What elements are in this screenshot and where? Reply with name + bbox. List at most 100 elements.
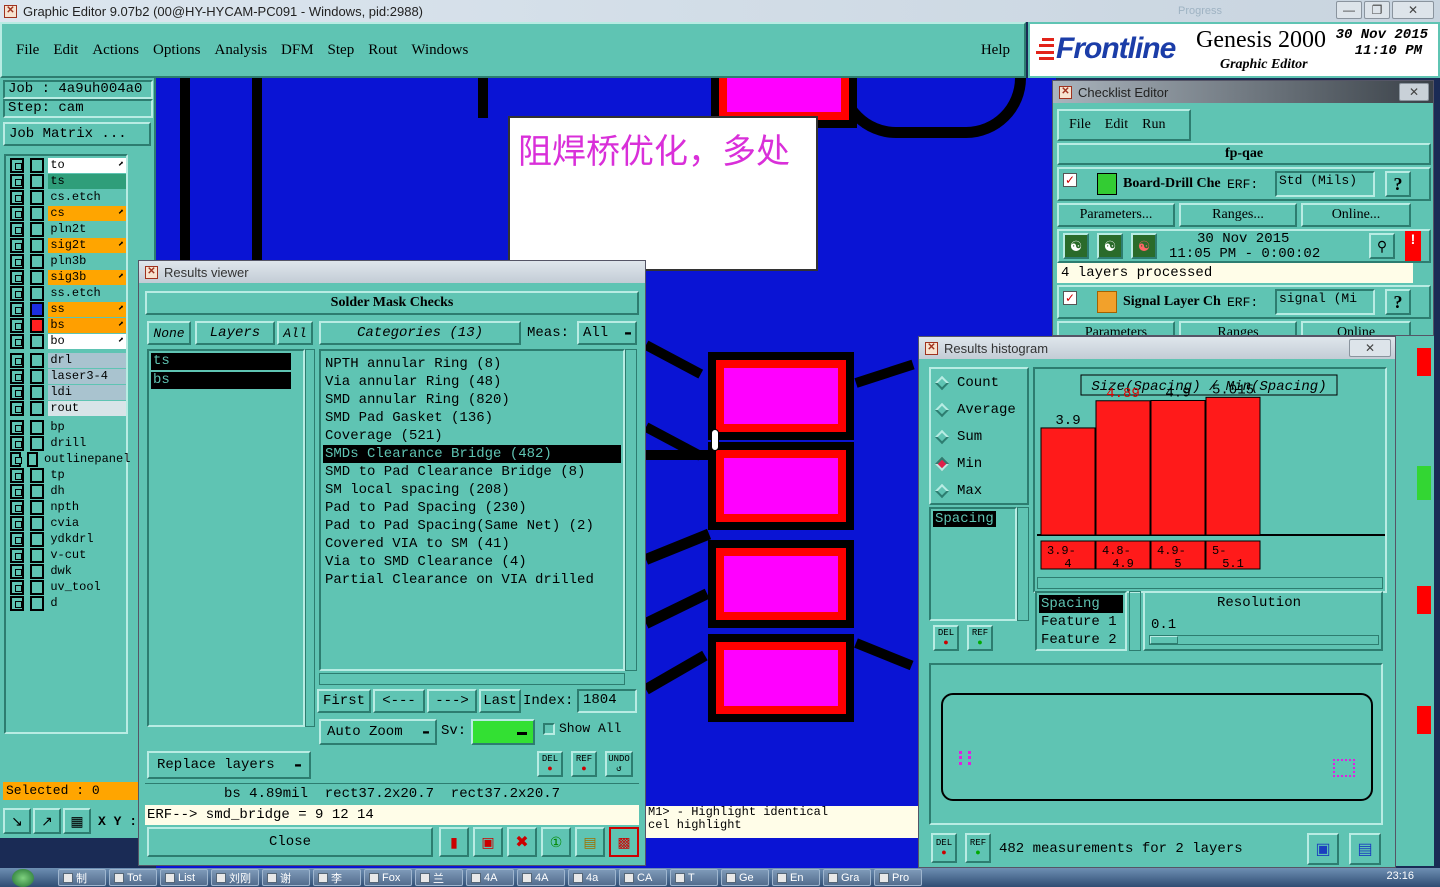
layer-name[interactable]: sig2t ⬈: [48, 238, 126, 253]
smd-pad-2[interactable]: [708, 442, 854, 530]
layer-name[interactable]: v-cut: [48, 548, 126, 563]
footer-ref-button[interactable]: REF ●: [965, 833, 991, 863]
category-item[interactable]: NPTH annular Ring (8): [323, 355, 621, 373]
taskbar-item[interactable]: En: [772, 869, 820, 886]
ranges-button-2[interactable]: Ranges: [1179, 321, 1297, 335]
layer-display-checkbox[interactable]: [30, 420, 45, 435]
layer-row-d[interactable]: d: [10, 596, 126, 611]
layer-display-checkbox[interactable]: [30, 401, 45, 416]
last-button[interactable]: Last: [479, 689, 521, 713]
layer-affected-checkbox[interactable]: [10, 353, 25, 368]
layer-affected-checkbox[interactable]: [10, 564, 25, 579]
clear-highlight-icon[interactable]: ✖: [507, 827, 537, 857]
layer-display-checkbox[interactable]: [30, 206, 45, 221]
layer-display-checkbox[interactable]: [30, 334, 45, 349]
report-icon[interactable]: ▤: [575, 827, 605, 857]
layer-row-to[interactable]: to ⬈: [10, 158, 126, 173]
layer-display-checkbox[interactable]: [30, 484, 45, 499]
layer-display-checkbox[interactable]: [30, 353, 45, 368]
layer-row-dwk[interactable]: dwk: [10, 564, 126, 579]
snap-grid-icon[interactable]: ▦: [63, 808, 91, 834]
parameters-button[interactable]: Parameters...: [1057, 203, 1175, 227]
layer-name[interactable]: npth: [48, 500, 126, 515]
smd-pad-4[interactable]: [708, 634, 854, 722]
layer-affected-checkbox[interactable]: [10, 548, 25, 563]
smd-pad-top[interactable]: [711, 78, 857, 128]
histogram-bar[interactable]: [1040, 427, 1096, 536]
category-item[interactable]: Coverage (521): [323, 427, 621, 445]
job-matrix-button[interactable]: Job Matrix ...: [3, 122, 151, 146]
layer-display-checkbox[interactable]: [30, 369, 45, 384]
histogram-icon[interactable]: ▩: [609, 827, 639, 857]
measure-tool-icon[interactable]: ↗: [33, 808, 61, 834]
parameters-button-2[interactable]: Parameters: [1057, 321, 1175, 335]
layer-name[interactable]: ydkdrl: [48, 532, 126, 547]
meas-select[interactable]: All ▬: [577, 321, 637, 345]
layer-affected-checkbox[interactable]: [10, 254, 25, 269]
layer-name[interactable]: tp: [48, 468, 126, 483]
layer-affected-checkbox[interactable]: [10, 452, 22, 467]
layer-display-checkbox[interactable]: [30, 286, 45, 301]
category-hscrollbar[interactable]: [319, 673, 625, 685]
mode-count[interactable]: Count: [931, 369, 1027, 396]
layer-row-cvia[interactable]: cvia: [10, 516, 126, 531]
menu-analysis[interactable]: Analysis: [215, 42, 268, 59]
taskbar-item[interactable]: Tot: [109, 869, 157, 886]
layer-display-checkbox[interactable]: [30, 532, 45, 547]
layer-affected-checkbox[interactable]: [10, 532, 25, 547]
attr-list-item[interactable]: Spacing: [933, 511, 996, 527]
layer-row-uv_tool[interactable]: uv_tool: [10, 580, 126, 595]
first-button[interactable]: First: [317, 689, 371, 713]
category-scrollbar[interactable]: [625, 349, 637, 671]
checklist-menu-edit[interactable]: Edit: [1105, 117, 1128, 133]
checklist-item-2[interactable]: ✓ Signal Layer Ch ERF: signal (Mi ?: [1057, 285, 1431, 319]
result-layer-item[interactable]: ts: [151, 353, 291, 370]
resolution-slider[interactable]: [1149, 635, 1379, 645]
smd-pad-3[interactable]: [708, 540, 854, 628]
feature-list-scrollbar[interactable]: [1129, 591, 1141, 651]
run-action-icon[interactable]: ☯: [1063, 233, 1089, 259]
category-item[interactable]: SM local spacing (208): [323, 481, 621, 499]
layer-display-checkbox[interactable]: [30, 270, 45, 285]
chart-hscrollbar[interactable]: [1037, 577, 1383, 589]
auto-zoom-select[interactable]: Auto Zoom ▬: [319, 719, 437, 745]
layer-name[interactable]: drill: [48, 436, 126, 451]
item-2-erf-value[interactable]: signal (Mi: [1275, 289, 1375, 315]
step-next-icon[interactable]: ①: [541, 827, 571, 857]
category-item[interactable]: SMD Pad Gasket (136): [323, 409, 621, 427]
category-item[interactable]: SMD to Pad Clearance Bridge (8): [323, 463, 621, 481]
layer-display-checkbox[interactable]: [30, 580, 45, 595]
taskbar-item[interactable]: Ge: [721, 869, 769, 886]
layer-affected-checkbox[interactable]: [10, 596, 25, 611]
category-item[interactable]: Partial Clearance on VIA drilled: [323, 571, 621, 589]
show-all-checkbox[interactable]: [543, 723, 555, 735]
layer-row-ss.etch[interactable]: ss.etch: [10, 286, 126, 301]
radio-icon[interactable]: [934, 429, 950, 444]
replace-layers-select[interactable]: Replace layers ▬: [147, 751, 311, 779]
histogram-ref-button[interactable]: REF ●: [967, 625, 993, 651]
undo-button[interactable]: UNDO ↺: [605, 751, 633, 777]
start-button[interactable]: [0, 868, 46, 887]
menu-dfm[interactable]: DFM: [281, 42, 314, 59]
index-input[interactable]: 1804: [577, 689, 637, 713]
all-layers-button[interactable]: All: [277, 321, 313, 345]
layer-affected-checkbox[interactable]: [10, 158, 25, 173]
mode-min[interactable]: Min: [931, 450, 1027, 477]
layer-name[interactable]: cs ⬈: [48, 206, 126, 221]
layer-affected-checkbox[interactable]: [10, 222, 25, 237]
menu-step[interactable]: Step: [328, 42, 355, 59]
histogram-options-icon[interactable]: ▤: [1349, 833, 1381, 865]
layer-affected-checkbox[interactable]: [10, 206, 25, 221]
footer-del-button[interactable]: DEL ●: [931, 833, 957, 863]
layer-row-pln3b[interactable]: pln3b: [10, 254, 126, 269]
layer-name[interactable]: pln2t: [48, 222, 126, 237]
layer-affected-checkbox[interactable]: [10, 174, 25, 189]
histogram-close-button[interactable]: ✕: [1349, 339, 1391, 357]
layer-affected-checkbox[interactable]: [10, 516, 25, 531]
menu-help[interactable]: Help: [981, 42, 1010, 59]
layer-display-checkbox[interactable]: [30, 516, 45, 531]
checklist-close-button[interactable]: ✕: [1399, 83, 1429, 101]
layer-display-checkbox[interactable]: [30, 596, 45, 611]
taskbar-item[interactable]: T: [670, 869, 718, 886]
taskbar-item[interactable]: 4A: [517, 869, 565, 886]
